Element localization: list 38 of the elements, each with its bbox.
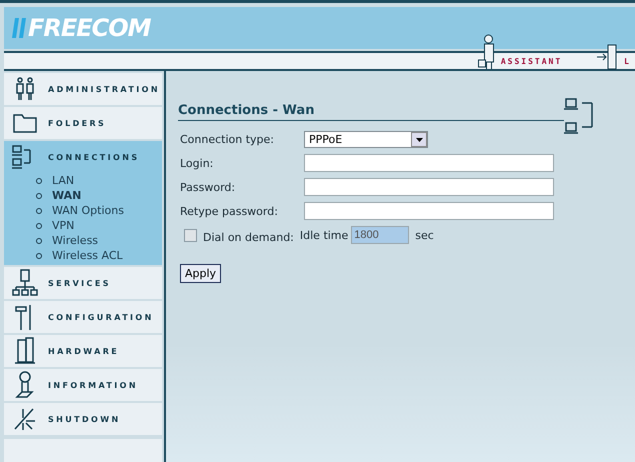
submenu-item[interactable]: Wireless bbox=[4, 233, 162, 248]
submenu-item[interactable]: WAN bbox=[4, 188, 162, 203]
logout-link[interactable]: L bbox=[596, 44, 631, 71]
unit-label: sec bbox=[415, 228, 434, 242]
nav-item[interactable]: SERVICES bbox=[4, 267, 162, 299]
field-label: Connection type: bbox=[180, 133, 276, 146]
logo-stripes-icon bbox=[12, 18, 26, 38]
nav-item[interactable]: SHUTDOWN bbox=[4, 403, 162, 435]
apply-button[interactable]: Apply bbox=[180, 264, 222, 283]
nav-item[interactable]: HARDWARE bbox=[4, 335, 162, 367]
submenu-item[interactable]: Wireless ACL bbox=[4, 248, 162, 263]
input-field[interactable] bbox=[304, 178, 554, 196]
info-kiosk-icon bbox=[14, 371, 36, 399]
checkbox-label: Dial on demand: bbox=[203, 230, 294, 244]
field-label: Password: bbox=[180, 180, 236, 194]
nav-item[interactable]: FOLDERS bbox=[4, 107, 162, 139]
connection-type-dropdown[interactable]: PPPoE bbox=[304, 131, 428, 148]
caret-icon bbox=[416, 138, 422, 142]
submenu-item[interactable]: LAN bbox=[4, 173, 162, 188]
field-label: Idle time bbox=[300, 228, 348, 242]
assistant-link[interactable]: ASSISTANT bbox=[478, 34, 562, 71]
input-field[interactable] bbox=[304, 202, 554, 220]
folder-icon bbox=[13, 113, 37, 133]
server-tree-icon bbox=[12, 269, 38, 297]
people-icon bbox=[16, 77, 34, 101]
checkbox[interactable] bbox=[184, 228, 197, 242]
brand-logo: FREECOM bbox=[28, 14, 151, 42]
input-field[interactable] bbox=[304, 154, 554, 172]
computer-tower-icon bbox=[14, 337, 36, 365]
field-label: Retype password: bbox=[180, 204, 279, 218]
submenu-item[interactable]: VPN bbox=[4, 218, 162, 233]
power-burst-icon bbox=[13, 407, 37, 431]
nav-item[interactable]: ADMINISTRATION bbox=[4, 73, 162, 105]
submenu-item[interactable]: WAN Options bbox=[4, 203, 162, 218]
field-label: Login: bbox=[180, 156, 214, 170]
page-title: Connections - Wan bbox=[178, 103, 564, 121]
nav-item[interactable]: INFORMATION bbox=[4, 369, 162, 401]
nav-item[interactable]: CONFIGURATION bbox=[4, 301, 162, 333]
